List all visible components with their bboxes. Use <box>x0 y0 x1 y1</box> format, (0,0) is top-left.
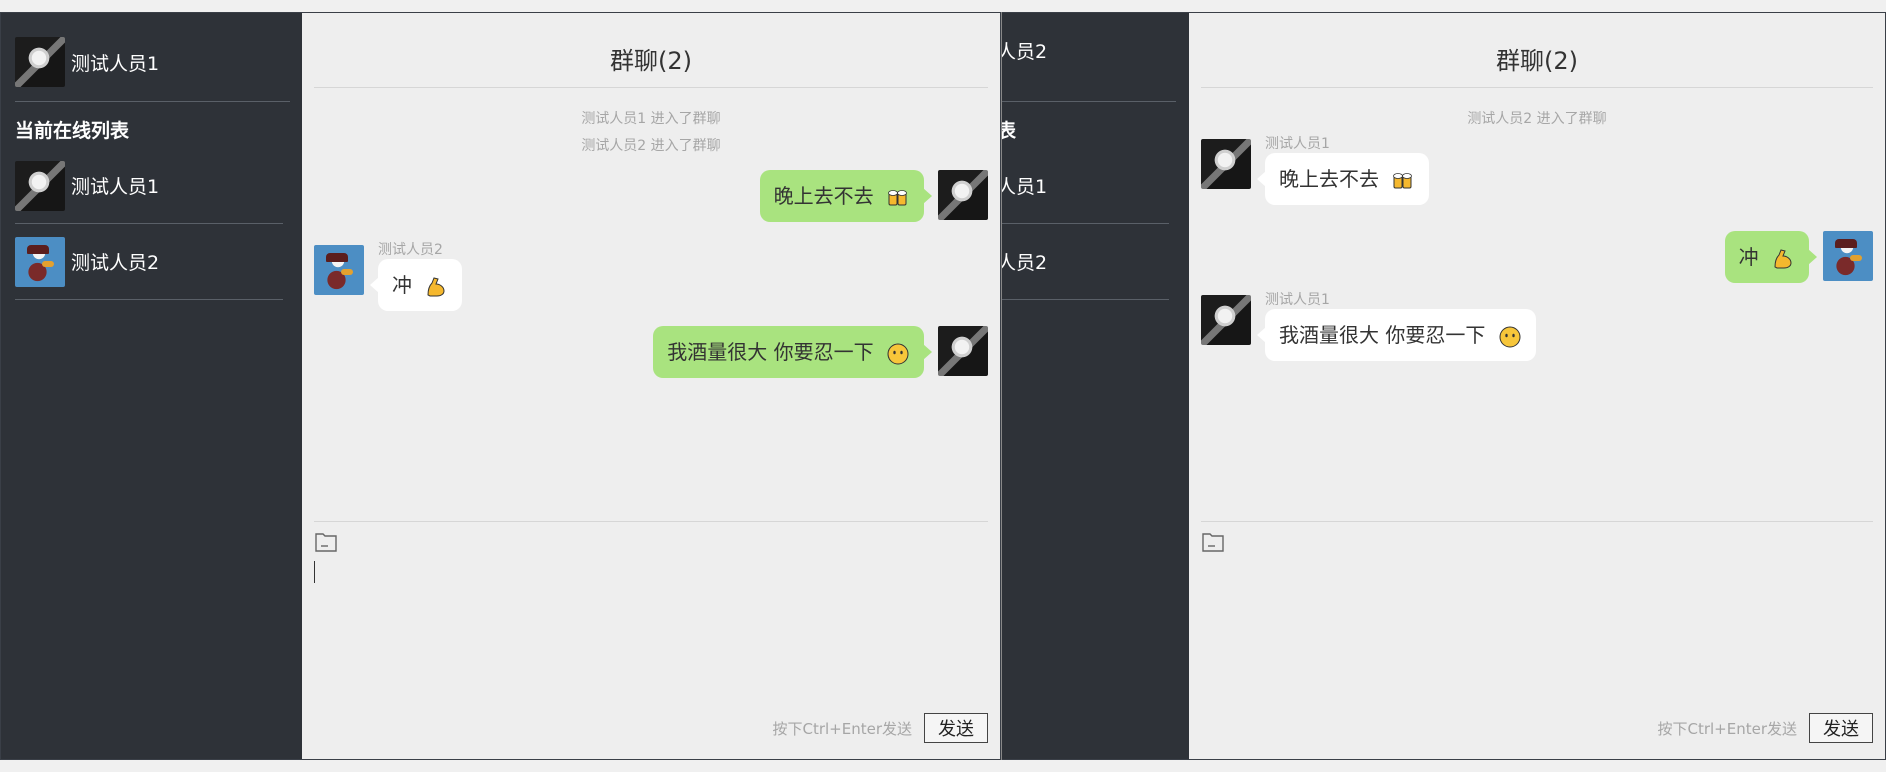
flexed-biceps-icon <box>427 276 445 296</box>
send-hint: 按下Ctrl+Enter发送 <box>772 720 912 738</box>
current-user: 测试人员1 <box>15 37 159 87</box>
online-user-name: 测试人员2 <box>71 252 160 274</box>
message-text: 我酒量很大 你要忍一下 <box>1279 323 1486 347</box>
online-user-item[interactable]: 人员2 <box>1002 224 1169 300</box>
divider <box>1201 521 1873 522</box>
no-mouth-face-icon <box>887 343 909 364</box>
message-bubble: 我酒量很大 你要忍一下 <box>653 326 932 378</box>
online-list-title: 当前在线列表 <box>15 120 130 142</box>
message-row: 测试人员1 我酒量很大 你要忍一下 <box>1201 291 1536 361</box>
chat-title: 群聊(2) <box>1496 47 1578 75</box>
online-user-item[interactable]: 人员1 <box>1002 148 1169 224</box>
message-text: 晚上去不去 <box>773 184 874 208</box>
avatar <box>938 326 988 376</box>
divider <box>1201 87 1873 88</box>
message-input-caret[interactable] <box>314 561 315 583</box>
chat-panel: 群聊(2) 测试人员2 进入了群聊 测试人员1 晚上去不去 冲 测试人员1 我酒… <box>1189 13 1885 759</box>
message-sender: 测试人员1 <box>1265 292 1330 308</box>
avatar <box>15 37 65 87</box>
online-user-item[interactable]: 测试人员1 <box>15 148 283 224</box>
message-sender: 测试人员2 <box>378 242 443 258</box>
send-button[interactable]: 发送 <box>924 713 988 743</box>
beer-mugs-icon <box>1393 172 1413 188</box>
system-message: 测试人员1 进入了群聊 <box>581 111 721 127</box>
online-user-item[interactable]: 测试人员2 <box>15 224 283 300</box>
chat-window-user1: 测试人员1 当前在线列表 测试人员1 测试人员2 群聊(2) 测试人员1 进入了… <box>0 12 1001 760</box>
message-text: 冲 <box>1738 245 1759 269</box>
divider <box>314 87 988 88</box>
divider <box>314 521 988 522</box>
message-text: 我酒量很大 你要忍一下 <box>667 340 874 364</box>
message-bubble: 冲 <box>369 259 463 311</box>
beer-mugs-icon <box>888 189 907 205</box>
online-user-name: 人员2 <box>1002 252 1048 274</box>
message-row: 我酒量很大 你要忍一下 <box>653 326 988 378</box>
no-mouth-face-icon <box>1499 326 1521 347</box>
message-text: 冲 <box>392 273 412 297</box>
avatar <box>938 170 988 220</box>
message-body: 测试人员1 我酒量很大 你要忍一下 <box>1257 291 1536 361</box>
message-text: 晚上去不去 <box>1279 167 1379 191</box>
system-message: 测试人员2 进入了群聊 <box>1467 111 1607 127</box>
divider <box>1002 101 1176 102</box>
send-hint: 按下Ctrl+Enter发送 <box>1657 720 1797 738</box>
divider <box>15 101 290 102</box>
avatar <box>15 160 65 211</box>
message-bubble: 晚上去不去 <box>1256 153 1430 205</box>
message-body: 测试人员2 冲 <box>369 241 463 311</box>
message-bubble: 冲 <box>1724 231 1818 283</box>
system-message: 测试人员2 进入了群聊 <box>581 138 721 154</box>
chat-title: 群聊(2) <box>610 47 692 75</box>
message-row: 冲 <box>1724 231 1873 283</box>
message-row: 测试人员2 冲 <box>314 241 463 311</box>
current-user: 人员2 <box>1002 37 1047 64</box>
send-button[interactable]: 发送 <box>1809 713 1873 743</box>
online-user-name: 人员1 <box>1002 176 1048 198</box>
chat-panel: 群聊(2) 测试人员1 进入了群聊 测试人员2 进入了群聊 晚上去不去 测试人员… <box>302 13 1000 759</box>
avatar <box>1201 295 1251 345</box>
message-bubble: 晚上去不去 <box>759 170 933 222</box>
sidebar: 测试人员1 当前在线列表 测试人员1 测试人员2 <box>1 13 302 759</box>
current-user-name: 人员2 <box>1002 41 1048 63</box>
flexed-biceps-icon <box>1774 248 1792 268</box>
sidebar: 人员2 表 人员1 人员2 <box>1002 13 1189 759</box>
chat-window-user2: 人员2 表 人员1 人员2 群聊(2) 测试人员2 进入了群聊 测试人员1 晚上… <box>1002 12 1886 760</box>
message-row: 晚上去不去 <box>759 170 988 222</box>
message-sender: 测试人员1 <box>1265 136 1330 152</box>
online-list-title: 表 <box>1002 116 1016 143</box>
avatar <box>314 245 364 295</box>
message-bubble: 我酒量很大 你要忍一下 <box>1257 309 1536 361</box>
avatar <box>1201 139 1251 189</box>
avatar <box>1823 231 1873 281</box>
message-row: 测试人员1 晚上去不去 <box>1201 135 1430 205</box>
current-user-name: 测试人员1 <box>71 52 160 75</box>
avatar <box>15 236 65 287</box>
folder-icon[interactable] <box>1201 531 1225 553</box>
message-body: 测试人员1 晚上去不去 <box>1256 135 1430 205</box>
online-user-name: 测试人员1 <box>71 176 160 198</box>
folder-icon[interactable] <box>314 531 338 553</box>
